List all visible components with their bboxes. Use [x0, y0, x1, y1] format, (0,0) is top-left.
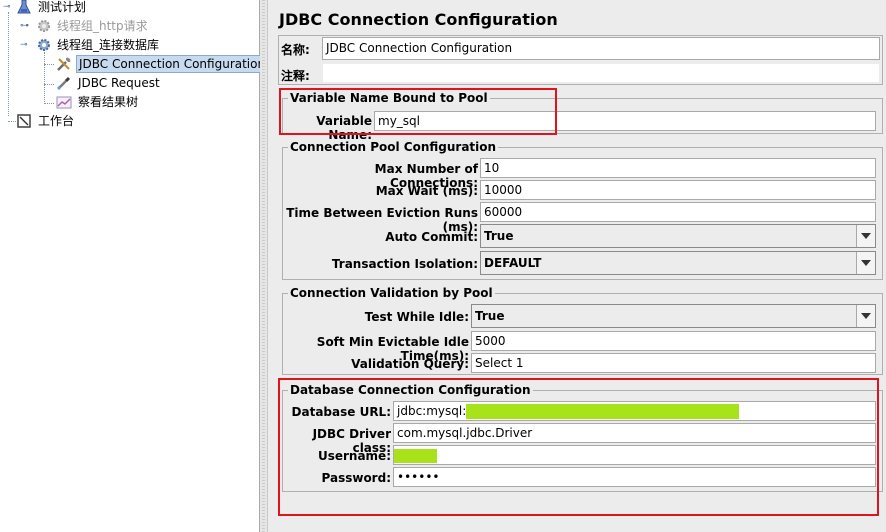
test-while-idle-value: True	[475, 309, 505, 323]
tree-node-label: 工作台	[38, 114, 75, 128]
wrench-icon	[57, 57, 71, 71]
max-wait-input[interactable]: 10000	[480, 180, 876, 200]
split-pane-divider[interactable]	[260, 0, 268, 532]
auto-commit-label: Auto Commit:	[385, 230, 478, 244]
tree-node-label: JDBC Request	[78, 76, 160, 90]
expand-toggle-icon[interactable]: ⊶	[20, 22, 29, 31]
soft-min-idle-input[interactable]: 5000	[471, 331, 876, 351]
name-input[interactable]: JDBC Connection Configuration	[322, 37, 880, 60]
tree-node-jdbc-connection-config[interactable]: JDBC Connection Configuration	[0, 55, 269, 73]
chevron-down-icon[interactable]	[856, 305, 875, 327]
config-panel: JDBC Connection Configuration 名称: JDBC C…	[268, 0, 886, 532]
chart-icon	[56, 96, 72, 109]
gear-icon	[38, 20, 50, 32]
tree-node-label: 线程组_http请求	[57, 19, 148, 33]
highlight-annotation	[279, 88, 557, 135]
flask-icon	[17, 0, 31, 14]
highlight-annotation	[278, 378, 879, 516]
transaction-isolation-select[interactable]: DEFAULT	[480, 251, 876, 275]
pipette-icon	[57, 76, 71, 90]
auto-commit-select[interactable]: True	[480, 224, 876, 248]
max-connections-input[interactable]: 10	[480, 158, 876, 178]
tree-node-thread-group-db[interactable]: ⊸ 线程组_连接数据库	[0, 36, 255, 54]
splitter-grip	[262, 0, 265, 532]
tree-node-label: JDBC Connection Configuration	[76, 55, 269, 73]
group-title: Connection Pool Configuration	[288, 140, 499, 154]
validation-query-input[interactable]: Select 1	[471, 353, 876, 373]
validation-query-label: Validation Query:	[351, 357, 469, 371]
eviction-runs-input[interactable]: 60000	[480, 202, 876, 222]
transaction-isolation-label: Transaction Isolation:	[331, 257, 478, 271]
auto-commit-value: True	[484, 229, 514, 243]
name-label: 名称:	[281, 43, 310, 57]
tree-node-thread-group-http[interactable]: ⊶ 线程组_http请求	[0, 17, 255, 35]
chevron-down-icon[interactable]	[856, 225, 875, 247]
comment-label: 注释:	[281, 69, 310, 83]
workbench-icon	[17, 114, 31, 128]
tree-node-jdbc-request[interactable]: JDBC Request	[0, 74, 255, 92]
chevron-down-icon[interactable]	[856, 252, 875, 274]
tree-node-label: 察看结果树	[78, 95, 139, 109]
collapse-toggle-icon[interactable]: ⊸	[20, 41, 28, 50]
gear-icon	[38, 39, 50, 51]
page-title: JDBC Connection Configuration	[279, 10, 558, 29]
tree-node-workbench[interactable]: 工作台	[0, 112, 255, 130]
comment-input[interactable]	[322, 63, 880, 83]
tree-node-label: 线程组_连接数据库	[57, 38, 160, 52]
group-title: Connection Validation by Pool	[288, 286, 495, 300]
tree-node-view-results-tree[interactable]: 察看结果树	[0, 93, 255, 111]
max-wait-label: Max Wait (ms):	[375, 184, 478, 198]
test-while-idle-label: Test While Idle:	[364, 310, 469, 324]
collapse-toggle-icon[interactable]: ⊸	[3, 3, 11, 12]
tree-node-test-plan[interactable]: ⊸ 测试计划	[0, 0, 255, 16]
transaction-isolation-value: DEFAULT	[484, 256, 542, 270]
test-plan-tree[interactable]: ⊸ 测试计划 ⊶ 线程组_http请求 ⊸ 线程组_连接数据库 JDBC Con…	[0, 0, 269, 532]
test-while-idle-select[interactable]: True	[471, 304, 876, 328]
tree-node-label: 测试计划	[38, 0, 87, 14]
